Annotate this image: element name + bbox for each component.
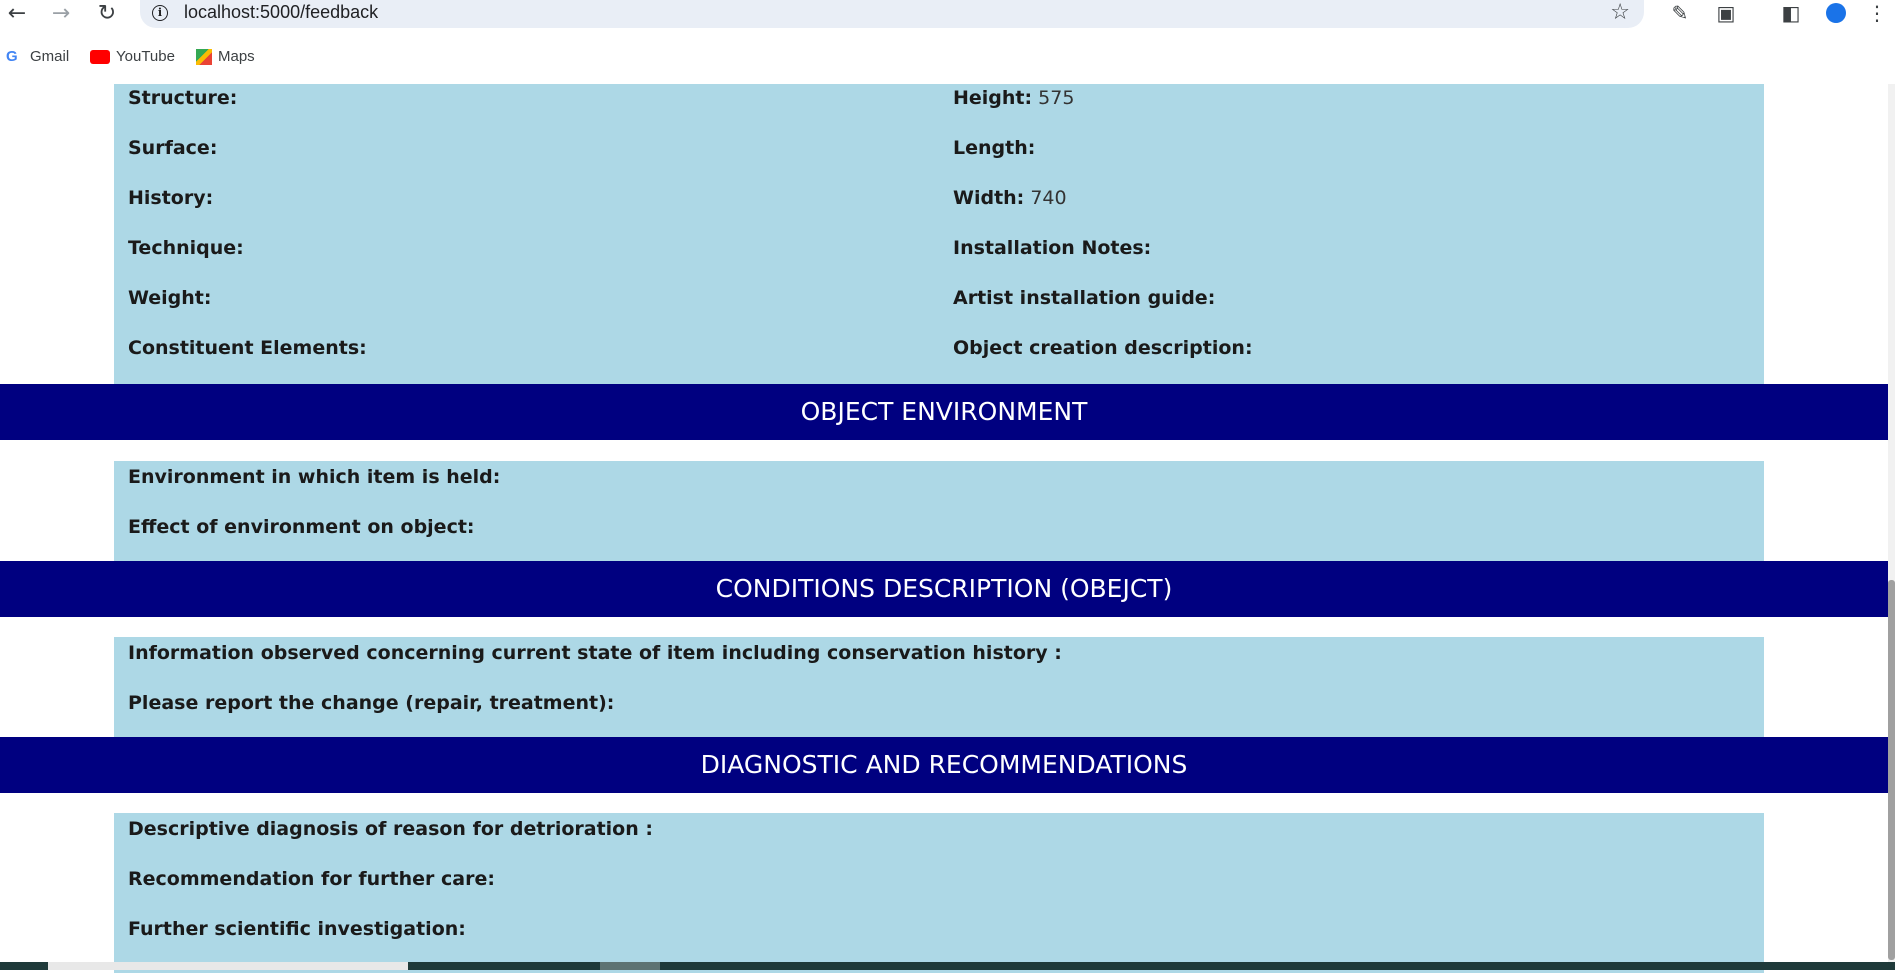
field-environment-effect: Effect of environment on object:	[128, 516, 475, 538]
field-current-state: Information observed concerning current …	[128, 642, 1062, 664]
google-g-icon: G	[6, 47, 18, 65]
field-installation-notes: Installation Notes:	[953, 237, 1152, 259]
taskbar-strip	[0, 962, 1895, 970]
back-icon[interactable]: ←	[2, 0, 32, 26]
taskbar-segment	[48, 962, 408, 970]
section-header-environment: OBJECT ENVIRONMENT	[0, 384, 1888, 440]
bookmark-label: Maps	[218, 48, 255, 65]
field-length: Length:	[953, 137, 1036, 159]
bookmark-youtube[interactable]: YouTube	[90, 48, 175, 65]
side-panel-icon[interactable]: ◧	[1776, 0, 1806, 26]
field-recommendation: Recommendation for further care:	[128, 868, 495, 890]
field-scientific-investigation: Further scientific investigation:	[128, 918, 466, 940]
field-report-change: Please report the change (repair, treatm…	[128, 692, 615, 714]
forward-icon[interactable]: →	[46, 0, 76, 26]
scrollbar-thumb[interactable]	[1888, 580, 1895, 960]
diagnostic-panel: Descriptive diagnosis of reason for detr…	[114, 813, 1764, 973]
menu-kebab-icon[interactable]: ⋮	[1862, 0, 1892, 26]
bookmark-star-icon[interactable]: ☆	[1610, 0, 1630, 25]
maps-icon	[196, 48, 212, 65]
address-bar[interactable]: i localhost:5000/feedback ☆	[140, 0, 1644, 28]
field-descriptive-diagnosis: Descriptive diagnosis of reason for detr…	[128, 818, 653, 840]
site-info-icon[interactable]: i	[152, 5, 168, 21]
bookmarks-bar: G Gmail YouTube Maps	[0, 46, 1895, 70]
bookmark-label: Gmail	[30, 48, 70, 65]
field-history: History:	[128, 187, 214, 209]
field-width: Width: 740	[953, 187, 1067, 209]
field-height: Height: 575	[953, 87, 1075, 109]
field-object-creation-description: Object creation description:	[953, 337, 1253, 359]
field-environment-held: Environment in which item is held:	[128, 466, 501, 488]
taskbar-segment	[600, 962, 660, 970]
profile-avatar[interactable]	[1821, 0, 1851, 26]
field-structure: Structure:	[128, 87, 238, 109]
extensions-icon[interactable]: ▣	[1711, 0, 1741, 26]
field-technique: Technique:	[128, 237, 244, 259]
bookmark-maps[interactable]: Maps	[196, 48, 255, 65]
section-header-conditions: CONDITIONS DESCRIPTION (OBEJCT)	[0, 561, 1888, 617]
bookmark-gmail[interactable]: G Gmail	[6, 48, 69, 65]
field-weight: Weight:	[128, 287, 212, 309]
field-constituent-elements: Constituent Elements:	[128, 337, 367, 359]
eyedropper-icon[interactable]: ✎	[1665, 0, 1695, 26]
conditions-panel: Information observed concerning current …	[114, 637, 1764, 737]
environment-panel: Environment in which item is held: Effec…	[114, 461, 1764, 561]
reload-icon[interactable]: ↻	[92, 0, 122, 26]
field-artist-installation-guide: Artist installation guide:	[953, 287, 1216, 309]
url-text[interactable]: localhost:5000/feedback	[184, 2, 378, 23]
field-surface: Surface:	[128, 137, 218, 159]
bookmark-label: YouTube	[116, 48, 175, 65]
youtube-icon	[90, 49, 110, 64]
section-header-diagnostic: DIAGNOSTIC AND RECOMMENDATIONS	[0, 737, 1888, 793]
object-details-panel: Structure: Surface: History: Technique: …	[114, 84, 1764, 384]
